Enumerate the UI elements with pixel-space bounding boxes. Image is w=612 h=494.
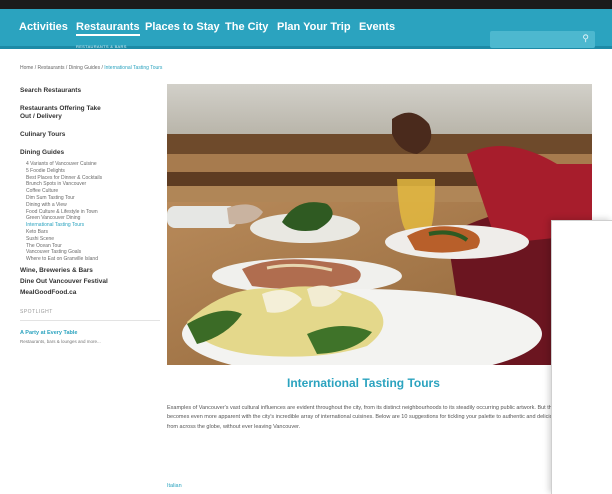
breadcrumb-dining-guides[interactable]: Dining Guides [69,65,100,71]
sidebar-item-search-restaurants[interactable]: Search Restaurants [20,87,155,95]
page-title: International Tasting Tours [287,376,440,390]
breadcrumb-separator: / [34,65,37,71]
section-link-italian[interactable]: Italian [167,483,182,489]
search-icon[interactable]: ⚲ [582,33,589,44]
sidebar-subitem[interactable]: Where to Eat on Granville Island [20,256,155,263]
sidebar-item-takeout-delivery[interactable]: Restaurants Offering Take Out / Delivery [20,105,112,121]
breadcrumb-current: International Tasting Tours [104,65,163,71]
sidebar-subitem[interactable]: Coffee Culture [20,188,155,195]
nav-restaurants-sublabel: RESTAURANTS & BARS [76,44,127,49]
nav-activities[interactable]: Activities [19,21,68,33]
hero-image [167,84,592,365]
breadcrumb-separator: / [101,65,103,71]
sidebar-subitem[interactable]: Brunch Spots in Vancouver [20,181,155,188]
sidebar-subitem[interactable]: 4 Variants of Vancouver Cuisine [20,161,155,168]
nav-plan-your-trip[interactable]: Plan Your Trip [277,21,351,33]
sidebar-subitem[interactable]: Green Vancouver Dining [20,215,155,222]
sidebar-subitem[interactable]: Food Culture & Lifestyle in Town [20,209,155,216]
nav-places-to-stay[interactable]: Places to Stay [145,21,220,33]
breadcrumb-restaurants[interactable]: Restaurants [38,65,65,71]
main-navigation: Activities Restaurants RESTAURANTS & BAR… [0,9,612,49]
divider [20,319,160,321]
sidebar-item-wine-breweries-bars[interactable]: Wine, Breweries & Bars [20,267,155,275]
nav-the-city[interactable]: The City [225,21,268,33]
spotlight-heading: SPOTLIGHT [20,308,53,315]
sidebar-item-culinary-tours[interactable]: Culinary Tours [20,131,155,139]
sidebar-item-dine-out-festival[interactable]: Dine Out Vancouver Festival [20,278,155,286]
sidebar-subitem[interactable]: Best Places for Dinner & Cocktails [20,175,120,182]
breadcrumb-home[interactable]: Home [20,65,33,71]
top-bar [0,0,612,9]
spotlight-promo-description: Restaurants, bars & lounges and more... [20,338,101,344]
sidebar-item-dining-guides[interactable]: Dining Guides [20,149,155,157]
breadcrumb: Home / Restaurants / Dining Guides / Int… [20,65,162,71]
nav-restaurants[interactable]: Restaurants [76,21,140,36]
sidebar-item-ocean-wise[interactable]: MealGoodFood.ca [20,289,155,297]
sidebar-subitem[interactable]: Dining with a View [20,202,155,209]
breadcrumb-separator: / [65,65,68,71]
nav-events[interactable]: Events [359,21,395,33]
sidebar-subitem[interactable]: Keto Bars [20,229,155,236]
intro-paragraph: Examples of Vancouver's vast cultural in… [167,405,596,430]
sidebar-subitem[interactable]: Sushi Scene [20,236,155,243]
search-input[interactable]: ⚲ [490,31,595,48]
overlay-panel[interactable] [551,220,612,494]
sidebar-subitem[interactable]: 5 Foodie Delights [20,168,155,175]
sidebar-subitem[interactable]: The Ocean Tour [20,243,155,250]
sidebar: Search Restaurants Restaurants Offering … [20,87,160,344]
spotlight-promo-title[interactable]: A Party at Every Table [20,330,155,336]
sidebar-subitem[interactable]: Dim Sum Tasting Tour [20,195,155,202]
sidebar-subitem[interactable]: Vancouver Tasting Goals [20,249,155,256]
sidebar-subitem-active[interactable]: International Tasting Tours [20,222,155,229]
